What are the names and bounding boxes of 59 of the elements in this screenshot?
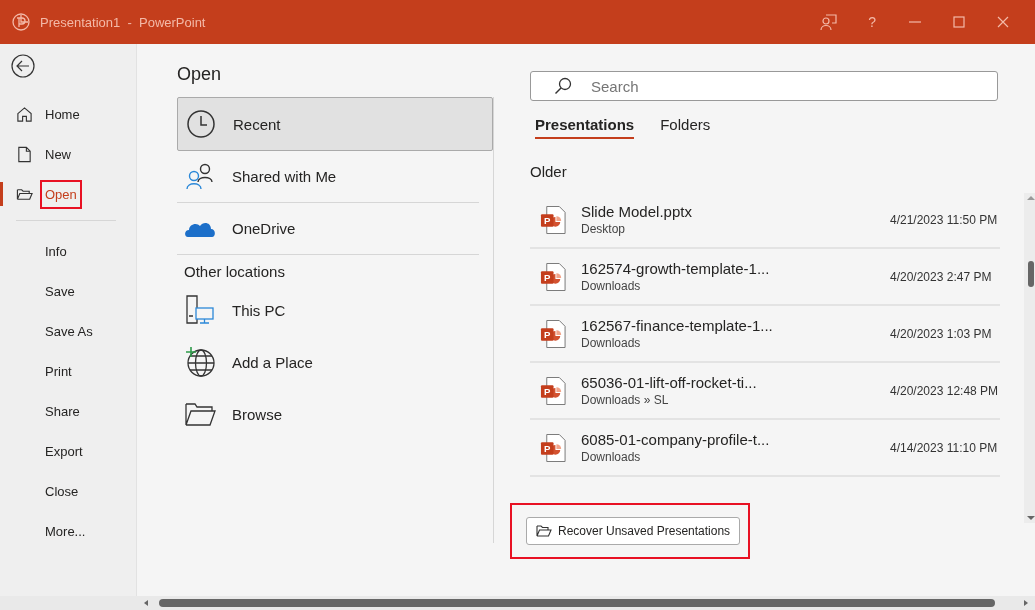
file-row[interactable]: P 65036-01-lift-off-rocket-ti... Downloads » SL 4/20/2023 12:48 PM	[530, 363, 1000, 420]
presenter-icon[interactable]	[820, 13, 839, 31]
file-row[interactable]: P Slide Model.pptx Desktop 4/21/2023 11:50 PM	[530, 192, 1000, 249]
file-name: Slide Model.pptx	[581, 203, 693, 220]
sidebar-item[interactable]: More...	[0, 511, 136, 551]
file-location: Downloads	[581, 279, 642, 293]
sidebar-item[interactable]: Home	[0, 94, 136, 134]
file-date: 4/14/2023 11:10 PM	[890, 440, 999, 455]
search-icon	[554, 77, 572, 95]
file-date: 4/20/2023 1:03 PM	[890, 326, 993, 341]
sidebar-item[interactable]: Open	[0, 174, 136, 214]
file-location: Downloads	[581, 450, 642, 464]
section-header: Other locations	[183, 262, 286, 282]
file-location: Desktop	[581, 222, 627, 236]
file-name: 6085-01-company-profile-t...	[581, 431, 771, 448]
home-icon	[16, 105, 33, 123]
sidebar-item[interactable]: Close	[0, 471, 136, 511]
file-date: 4/20/2023 12:48 PM	[890, 383, 1000, 398]
tab[interactable]: Presentations	[535, 115, 635, 139]
file-name: 162567-finance-template-1...	[581, 317, 774, 334]
location-item[interactable]: This PC	[177, 284, 479, 336]
file-row[interactable]: P 162567-finance-template-1... Downloads 4/20/2023 1:03 PM	[530, 306, 1000, 363]
search-field[interactable]: Search	[530, 71, 998, 101]
vertical-scrollbar[interactable]	[1024, 193, 1035, 523]
clock-icon	[185, 108, 217, 140]
sidebar-item[interactable]: Export	[0, 431, 136, 471]
recover-button[interactable]: Recover Unsaved Presentations	[526, 517, 741, 545]
location-item[interactable]: Recent	[177, 97, 493, 151]
sidebar-item[interactable]: New	[0, 134, 136, 174]
sidebar-item[interactable]: Save As	[0, 311, 136, 351]
sidebar-item[interactable]: Save	[0, 271, 136, 311]
file-row[interactable]: P 6085-01-company-profile-t... Downloads 4/14/2023 11:10 PM	[530, 420, 1000, 477]
scrollbar-thumb[interactable]	[159, 599, 995, 607]
document-icon	[16, 145, 33, 163]
section-header: Older	[530, 163, 568, 180]
globe-add-icon	[184, 346, 216, 378]
computer-icon	[184, 294, 216, 326]
tab[interactable]: Folders	[660, 115, 711, 139]
sidebar-item[interactable]: Share	[0, 391, 136, 431]
scrollbar-thumb[interactable]	[1028, 261, 1034, 287]
page-title: Open	[177, 64, 223, 85]
window-title: Presentation1 - PowerPoint	[40, 14, 207, 30]
folder-icon	[536, 524, 552, 538]
file-name: 162574-growth-template-1...	[581, 260, 771, 277]
sidebar-item[interactable]: Print	[0, 351, 136, 391]
location-item[interactable]: OneDrive	[177, 203, 479, 255]
location-item[interactable]: Shared with Me	[177, 151, 479, 203]
file-date: 4/21/2023 11:50 PM	[890, 212, 999, 227]
back-icon[interactable]	[11, 54, 35, 78]
file-location: Downloads	[581, 336, 642, 350]
horizontal-scrollbar[interactable]	[0, 596, 1035, 610]
app-logo-icon	[12, 13, 30, 31]
file-date: 4/20/2023 2:47 PM	[890, 269, 993, 284]
location-item[interactable]: Browse	[177, 388, 479, 440]
file-location: Downloads » SL	[581, 393, 670, 407]
sidebar-item[interactable]: Info	[0, 231, 136, 271]
file-name: 65036-01-lift-off-rocket-ti...	[581, 374, 758, 391]
location-item[interactable]: Add a Place	[177, 336, 479, 388]
file-row[interactable]: P 162574-growth-template-1... Downloads 4/20/2023 2:47 PM	[530, 249, 1000, 306]
